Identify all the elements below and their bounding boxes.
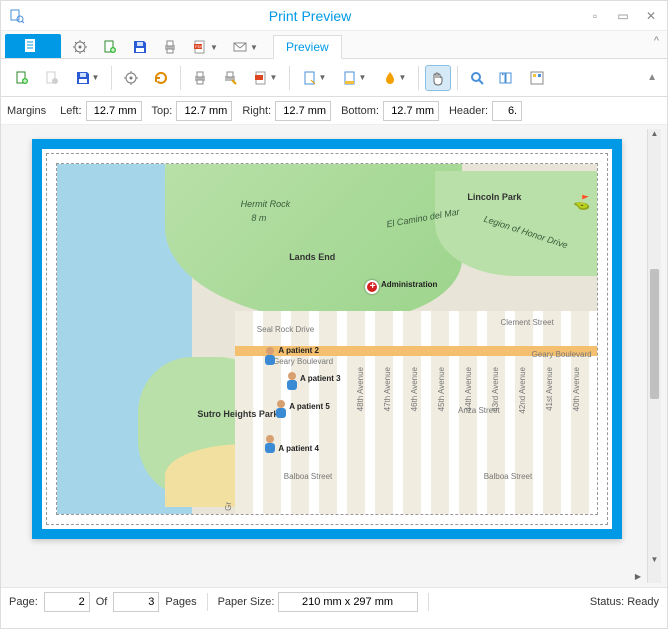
preview-area: Hermit Rock 8 m Lands End Lincoln Park S…	[1, 125, 667, 587]
margin-bottom-input[interactable]	[383, 101, 439, 121]
margin-header-label: Header:	[449, 105, 488, 117]
save-qat-icon[interactable]	[127, 36, 153, 58]
open-doc-button	[39, 65, 65, 91]
paper-size-input[interactable]	[278, 592, 418, 612]
street-balboa-2: Balboa Street	[484, 472, 532, 481]
margin-left-label: Left:	[60, 105, 81, 117]
of-label: Of	[96, 596, 108, 608]
map-place-lincoln: Lincoln Park	[467, 192, 521, 202]
vertical-scrollbar[interactable]: ▲ ▼	[647, 129, 661, 583]
marker-patient-5-label: A patient 5	[289, 402, 330, 411]
window-controls: ▫ ▭ ✕	[587, 9, 659, 23]
street-seal-rock: Seal Rock Drive	[257, 325, 314, 334]
ribbon-collapse-icon[interactable]: ^	[654, 35, 659, 47]
margin-right-label: Right:	[242, 105, 271, 117]
preview-viewport[interactable]: Hermit Rock 8 m Lands End Lincoln Park S…	[7, 129, 647, 583]
street-av40: 40th Avenue	[572, 367, 581, 411]
margin-header-input[interactable]	[492, 101, 522, 121]
title-bar: Print Preview ▫ ▭ ✕	[1, 1, 667, 31]
street-clement: Clement Street	[500, 318, 553, 327]
scroll-thumb[interactable]	[650, 269, 659, 399]
toolbar-expand-icon[interactable]: ▲	[643, 72, 661, 83]
street-gr: Gr	[224, 502, 233, 511]
margin-right-input[interactable]	[275, 101, 331, 121]
watermark-button[interactable]: ▼	[376, 65, 412, 91]
window-title: Print Preview	[33, 8, 587, 24]
export-pdf-qat-icon[interactable]: PDF▼	[187, 36, 223, 58]
send-qat-icon[interactable]: ▼	[227, 36, 263, 58]
export-pdf-button[interactable]: ▼	[247, 65, 283, 91]
restore-down-icon[interactable]: ▫	[587, 9, 603, 23]
margins-section-label: Margins	[7, 105, 46, 117]
quick-print-qat-icon[interactable]	[157, 36, 183, 58]
new-doc-button[interactable]	[9, 65, 35, 91]
file-tab[interactable]	[5, 34, 61, 58]
marker-admin-label: Administration	[381, 280, 437, 289]
street-geary: Geary Boulevard	[273, 357, 333, 366]
map-place-hermit: Hermit Rock	[241, 199, 291, 209]
hscroll-right-icon[interactable]: ▶	[635, 572, 641, 581]
page-color-button[interactable]: ▼	[336, 65, 372, 91]
street-av43: 43rd Avenue	[491, 367, 500, 412]
app-icon	[9, 8, 25, 24]
close-window-icon[interactable]: ✕	[643, 9, 659, 23]
scroll-up-icon[interactable]: ▲	[648, 129, 661, 143]
svg-text:PDF: PDF	[195, 44, 204, 49]
street-geary-2: Geary Boulevard	[532, 350, 592, 359]
zoom-button[interactable]	[464, 65, 490, 91]
margin-top-label: Top:	[152, 105, 173, 117]
marker-patient-3-label: A patient 3	[300, 374, 341, 383]
quick-print-button[interactable]	[217, 65, 243, 91]
page-setup-button[interactable]: ▼	[296, 65, 332, 91]
toolbar: ▼ ▼ ▼ ▼ ▼ ▶ ▲	[1, 59, 667, 97]
street-av48: 48th Avenue	[356, 367, 365, 411]
print-button[interactable]	[187, 65, 213, 91]
street-av46: 46th Avenue	[410, 367, 419, 411]
marker-patient-4-icon	[262, 434, 278, 454]
minimize-window-icon[interactable]: ▭	[615, 9, 631, 23]
options-button[interactable]	[118, 65, 144, 91]
map-canvas: Hermit Rock 8 m Lands End Lincoln Park S…	[57, 164, 597, 514]
status-label: Status:	[590, 596, 624, 608]
status-bar: Page: Of Pages Paper Size: Status: Ready	[1, 587, 667, 615]
many-pages-button[interactable]: ▶	[494, 65, 520, 91]
refresh-button[interactable]	[148, 65, 174, 91]
margin-bottom-label: Bottom:	[341, 105, 379, 117]
new-doc-qat-icon[interactable]	[97, 36, 123, 58]
page-layout-button[interactable]	[524, 65, 550, 91]
street-av41: 41st Avenue	[545, 367, 554, 411]
street-av42: 42nd Avenue	[518, 367, 527, 414]
page-current-input[interactable]	[44, 592, 90, 612]
ribbon-tab-strip: PDF▼ ▼ Preview ^	[1, 31, 667, 59]
page-frame: Hermit Rock 8 m Lands End Lincoln Park S…	[32, 139, 622, 539]
margin-left-input[interactable]	[86, 101, 142, 121]
marker-patient-2-icon	[262, 346, 278, 366]
margins-bar: Margins Left: Top: Right: Bottom: Header…	[1, 97, 667, 125]
map-place-lands-end: Lands End	[289, 252, 335, 262]
preview-tab[interactable]: Preview	[273, 35, 342, 59]
marker-patient-3-icon	[284, 371, 300, 391]
margin-top-input[interactable]	[176, 101, 232, 121]
golf-icon: ⛳	[573, 194, 587, 212]
street-av45: 45th Avenue	[437, 367, 446, 411]
page-label: Page:	[9, 596, 38, 608]
street-av47: 47th Avenue	[383, 367, 392, 411]
paper-size-label: Paper Size:	[218, 596, 275, 608]
marker-patient-5-icon	[273, 399, 289, 419]
map-place-hermit-elev: 8 m	[251, 213, 266, 223]
street-av44: 44th Avenue	[464, 367, 473, 411]
street-balboa: Balboa Street	[284, 472, 332, 481]
pages-label: Pages	[165, 596, 196, 608]
marker-admin-icon	[365, 280, 379, 294]
marker-patient-4-label: A patient 4	[278, 444, 319, 453]
status-value: Ready	[627, 596, 659, 608]
hand-tool-button[interactable]	[425, 65, 451, 91]
save-button[interactable]: ▼	[69, 65, 105, 91]
page-total-input[interactable]	[113, 592, 159, 612]
scroll-down-icon[interactable]: ▼	[648, 555, 661, 569]
marker-patient-2-label: A patient 2	[278, 346, 319, 355]
options-qat-icon[interactable]	[67, 36, 93, 58]
map-place-sutro: Sutro Heights Park	[197, 409, 257, 419]
